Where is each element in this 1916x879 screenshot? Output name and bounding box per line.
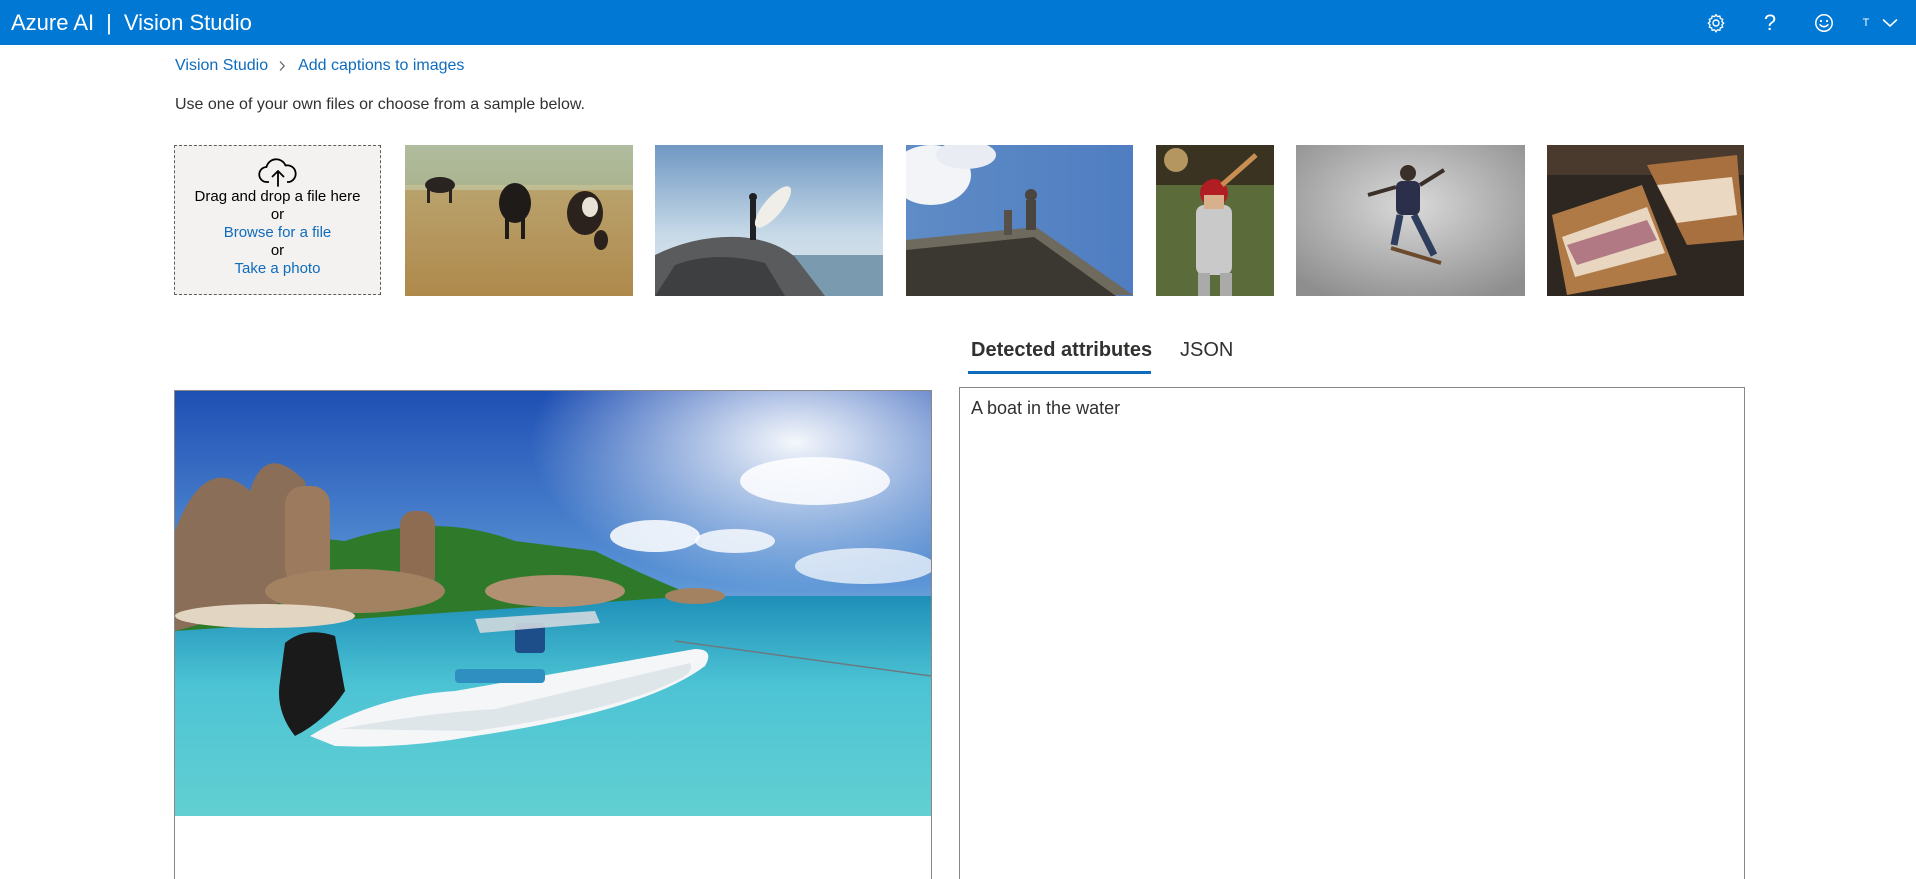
sample-image-surfer[interactable] xyxy=(655,145,883,296)
image-preview-panel xyxy=(174,390,932,879)
sample-image-baseball[interactable] xyxy=(1156,145,1274,296)
settings-button[interactable] xyxy=(1696,0,1736,45)
intro-text: Use one of your own files or choose from… xyxy=(175,96,585,113)
help-icon: ? xyxy=(1763,9,1777,35)
breadcrumb-vision-studio[interactable]: Vision Studio xyxy=(175,57,268,75)
sample-image-sandwich[interactable] xyxy=(1547,145,1744,296)
chevron-down-icon xyxy=(1882,18,1898,28)
gear-icon xyxy=(1706,13,1726,33)
brand-primary: Azure AI xyxy=(11,10,95,35)
app-brand[interactable]: Azure AI | Vision Studio xyxy=(11,0,252,45)
sample-image-cows[interactable] xyxy=(405,145,633,296)
caption-result: A boat in the water xyxy=(971,398,1121,418)
tab-detected-attributes[interactable]: Detected attributes xyxy=(971,330,1152,375)
browse-file-link[interactable]: Browse for a file xyxy=(175,224,380,242)
avatar: T xyxy=(1862,16,1870,29)
active-tab-indicator xyxy=(968,371,1151,374)
smiley-icon xyxy=(1814,13,1834,33)
brand-separator: | xyxy=(106,10,112,35)
or-text: or xyxy=(270,206,285,223)
tab-json[interactable]: JSON xyxy=(1180,330,1233,375)
or-text: or xyxy=(270,242,285,259)
brand-secondary: Vision Studio xyxy=(123,10,252,35)
cloud-upload-icon xyxy=(175,158,380,188)
breadcrumb-add-captions[interactable]: Add captions to images xyxy=(298,57,464,75)
selected-image xyxy=(175,391,931,816)
sample-image-statue[interactable] xyxy=(906,145,1133,296)
account-menu[interactable]: T xyxy=(1856,0,1916,45)
take-photo-link[interactable]: Take a photo xyxy=(175,260,380,278)
drag-drop-text: Drag and drop a file here xyxy=(194,188,361,205)
chevron-right-icon xyxy=(278,60,286,72)
results-panel: A boat in the water xyxy=(959,387,1745,879)
feedback-button[interactable] xyxy=(1804,0,1844,45)
breadcrumb: Vision Studio Add captions to images xyxy=(175,56,464,76)
file-drop-zone[interactable]: Drag and drop a file here or Browse for … xyxy=(174,145,381,295)
top-bar: Azure AI | Vision Studio ? T xyxy=(0,0,1916,45)
help-button[interactable]: ? xyxy=(1750,0,1790,45)
sample-image-skateboarder[interactable] xyxy=(1296,145,1525,296)
